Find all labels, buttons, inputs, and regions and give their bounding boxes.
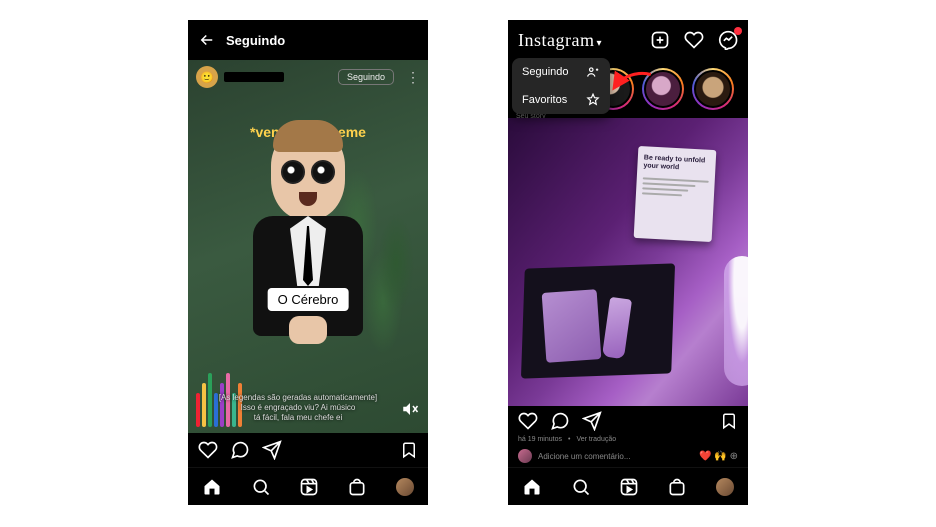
nav-search-icon[interactable] — [571, 477, 591, 497]
dropdown-following[interactable]: Seguindo — [512, 58, 610, 86]
nav-profile-avatar[interactable] — [396, 478, 414, 496]
auto-subtitles: [As legendas são geradas automaticamente… — [198, 393, 398, 423]
share-icon[interactable] — [582, 411, 602, 431]
back-icon[interactable] — [198, 31, 216, 49]
commenter-avatar — [518, 449, 532, 463]
story-bubble[interactable] — [642, 68, 684, 110]
video-person — [233, 130, 383, 370]
instagram-logo[interactable]: Instagram▾ — [518, 30, 602, 51]
comment-placeholder: Adicione um comentário... — [538, 452, 631, 461]
star-icon — [586, 93, 600, 107]
bookmark-icon[interactable] — [400, 441, 418, 459]
video-area[interactable]: 🙂 Seguindo ⋮ *vendo um meme O Cérebr — [188, 60, 428, 433]
post-actions — [188, 433, 428, 467]
post-meta: há 19 minutos • Ver tradução — [508, 436, 748, 447]
stories-row: Seguindo Favoritos Seu story — [508, 60, 748, 118]
post-header: 🙂 Seguindo ⋮ — [188, 60, 428, 94]
header-title: Seguindo — [226, 33, 285, 48]
nav-reels-icon[interactable] — [619, 477, 639, 497]
bottom-nav — [188, 467, 428, 505]
author-username[interactable] — [224, 72, 284, 82]
caption-chip: O Cérebro — [268, 288, 349, 311]
like-icon[interactable] — [518, 411, 538, 431]
people-icon — [586, 65, 600, 79]
translate-link[interactable]: Ver tradução — [576, 436, 616, 443]
activity-icon[interactable] — [684, 30, 704, 50]
nav-search-icon[interactable] — [251, 477, 271, 497]
share-icon[interactable] — [262, 440, 282, 460]
messenger-icon[interactable] — [718, 30, 738, 50]
more-icon[interactable]: ⋮ — [406, 69, 420, 86]
story-bubble[interactable] — [692, 68, 734, 110]
feed-post-image[interactable]: Be ready to unfold your world — [508, 118, 748, 406]
video-post: 🙂 Seguindo ⋮ *vendo um meme O Cérebr — [188, 60, 428, 467]
follow-button[interactable]: Seguindo — [338, 69, 394, 85]
following-header: Seguindo — [188, 20, 428, 60]
add-comment-row[interactable]: Adicione um comentário... ❤️ 🙌 ⊕ — [508, 447, 748, 467]
nav-reels-icon[interactable] — [299, 477, 319, 497]
quick-emoji[interactable]: ❤️ 🙌 ⊕ — [699, 451, 738, 462]
nav-shop-icon[interactable] — [347, 477, 367, 497]
chevron-down-icon[interactable]: ▾ — [596, 38, 601, 49]
comment-icon[interactable] — [550, 411, 570, 431]
comment-icon[interactable] — [230, 440, 250, 460]
post-actions — [508, 406, 748, 436]
author-avatar[interactable]: 🙂 — [196, 66, 218, 88]
bottom-nav — [508, 467, 748, 505]
nav-home-icon[interactable] — [522, 477, 542, 497]
nav-profile-avatar[interactable] — [716, 478, 734, 496]
product-card: Be ready to unfold your world — [634, 146, 717, 242]
feed-dropdown: Seguindo Favoritos — [512, 58, 610, 114]
dropdown-favorites[interactable]: Favoritos — [512, 86, 610, 114]
new-post-icon[interactable] — [650, 30, 670, 50]
phone-left: Seguindo 🙂 Seguindo ⋮ *vendo um meme — [188, 20, 428, 505]
nav-shop-icon[interactable] — [667, 477, 687, 497]
instagram-topbar: Instagram▾ — [508, 20, 748, 60]
like-icon[interactable] — [198, 440, 218, 460]
phone-right: Instagram▾ Seguindo Favoritos — [508, 20, 748, 505]
mute-icon[interactable] — [400, 399, 420, 419]
bookmark-icon[interactable] — [720, 412, 738, 430]
nav-home-icon[interactable] — [202, 477, 222, 497]
